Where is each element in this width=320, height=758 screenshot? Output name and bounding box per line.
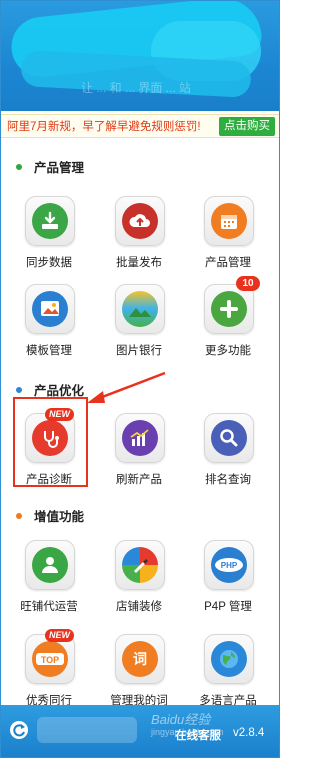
notice-text[interactable]: 阿里7月新规，早了解早避免规则惩罚! [1, 118, 201, 134]
plus-icon [211, 291, 247, 327]
app-window: 让 ... 和 ... 界面 ... 站 阿里7月新规，早了解早避免规则惩罚! … [0, 0, 280, 758]
notice-bar[interactable]: 阿里7月新规，早了解早避免规则惩罚! 点击购买 [1, 114, 279, 138]
tile-label: 更多功能 [205, 345, 251, 357]
tile-icon-frame [115, 284, 165, 334]
tile-more-features[interactable]: 10 更多功能 [192, 276, 264, 368]
php-icon: PHP [211, 547, 247, 583]
tile-refresh-products[interactable]: 刷新产品 [103, 413, 175, 497]
magnifier-icon [211, 420, 247, 456]
section-dot-icon [16, 512, 22, 519]
paintbrush-icon [122, 547, 158, 583]
new-badge: NEW [45, 629, 74, 642]
section-title-product-management: 产品管理 [16, 157, 84, 176]
tile-shop-decoration[interactable]: 店铺装修 [103, 540, 175, 624]
buy-now-button[interactable]: 点击购买 [219, 117, 275, 136]
count-badge: 10 [236, 276, 260, 291]
tile-label: 排名查询 [205, 474, 251, 486]
footer-bar: Baidu经验 jingyan.baidu.com 在线客服 v2.8.4 [1, 705, 279, 757]
tile-ranking-query[interactable]: 排名查询 [192, 413, 264, 497]
tile-label: 同步数据 [26, 257, 72, 269]
refresh-icon[interactable] [9, 720, 29, 740]
svg-text:TOP: TOP [41, 655, 59, 665]
download-icon [32, 203, 68, 239]
tile-p4p-management[interactable]: PHP P4P 管理 [192, 540, 264, 624]
tile-image-bank[interactable]: 图片银行 [103, 284, 175, 368]
online-service-link[interactable]: 在线客服 [175, 727, 221, 743]
tile-icon-frame [204, 634, 254, 684]
landscape-icon [122, 291, 158, 327]
tile-label: 模板管理 [26, 345, 72, 357]
tile-icon-frame [115, 196, 165, 246]
person-icon [32, 547, 68, 583]
tile-icon-frame [204, 413, 254, 463]
tile-shop-operation[interactable]: 旺铺代运营 [13, 540, 85, 624]
tile-sync-data[interactable]: 同步数据 [13, 196, 85, 280]
watermark-text: Baidu经验 [151, 712, 211, 727]
tile-icon-frame [204, 284, 254, 334]
section-title-value-added: 增值功能 [16, 506, 84, 525]
tile-icon-frame [115, 413, 165, 463]
word-icon: 词 [122, 641, 158, 677]
cloud-upload-icon [122, 203, 158, 239]
annotation-highlight-box [13, 397, 88, 487]
header-faint-text: 让 ... 和 ... 界面 ... 站 [81, 81, 192, 95]
version-label: v2.8.4 [233, 727, 265, 739]
tile-icon-frame [115, 540, 165, 590]
tile-label: 批量发布 [116, 257, 162, 269]
tile-product-management[interactable]: 产品管理 [192, 196, 264, 280]
tile-template-management[interactable]: 模板管理 [13, 284, 85, 368]
section-dot-icon [16, 386, 22, 393]
section-label: 产品管理 [34, 161, 85, 175]
footer-redaction [37, 717, 137, 743]
tile-icon-frame [25, 196, 75, 246]
tile-label: 产品管理 [205, 257, 251, 269]
svg-text:词: 词 [133, 652, 147, 668]
tile-bulk-publish[interactable]: 批量发布 [103, 196, 175, 280]
section-label: 增值功能 [34, 510, 85, 524]
tile-label: 店铺装修 [116, 601, 162, 613]
tile-label: 图片银行 [116, 345, 162, 357]
tile-icon-frame [25, 540, 75, 590]
header-banner: 让 ... 和 ... 界面 ... 站 [1, 1, 279, 111]
section-dot-icon [16, 163, 22, 170]
calendar-icon [211, 203, 247, 239]
globe-icon [211, 641, 247, 677]
tile-label: 旺铺代运营 [20, 601, 78, 613]
tile-label: P4P 管理 [204, 601, 252, 613]
picture-icon [32, 291, 68, 327]
tile-icon-frame: PHP [204, 540, 254, 590]
svg-text:PHP: PHP [221, 561, 238, 570]
tile-icon-frame: 词 [115, 634, 165, 684]
bar-chart-icon [122, 420, 158, 456]
annotation-arrow-icon [87, 371, 166, 403]
top-icon: TOP [32, 641, 68, 677]
tile-icon-frame [25, 284, 75, 334]
tile-label: 刷新产品 [116, 474, 162, 486]
tile-icon-frame [204, 196, 254, 246]
